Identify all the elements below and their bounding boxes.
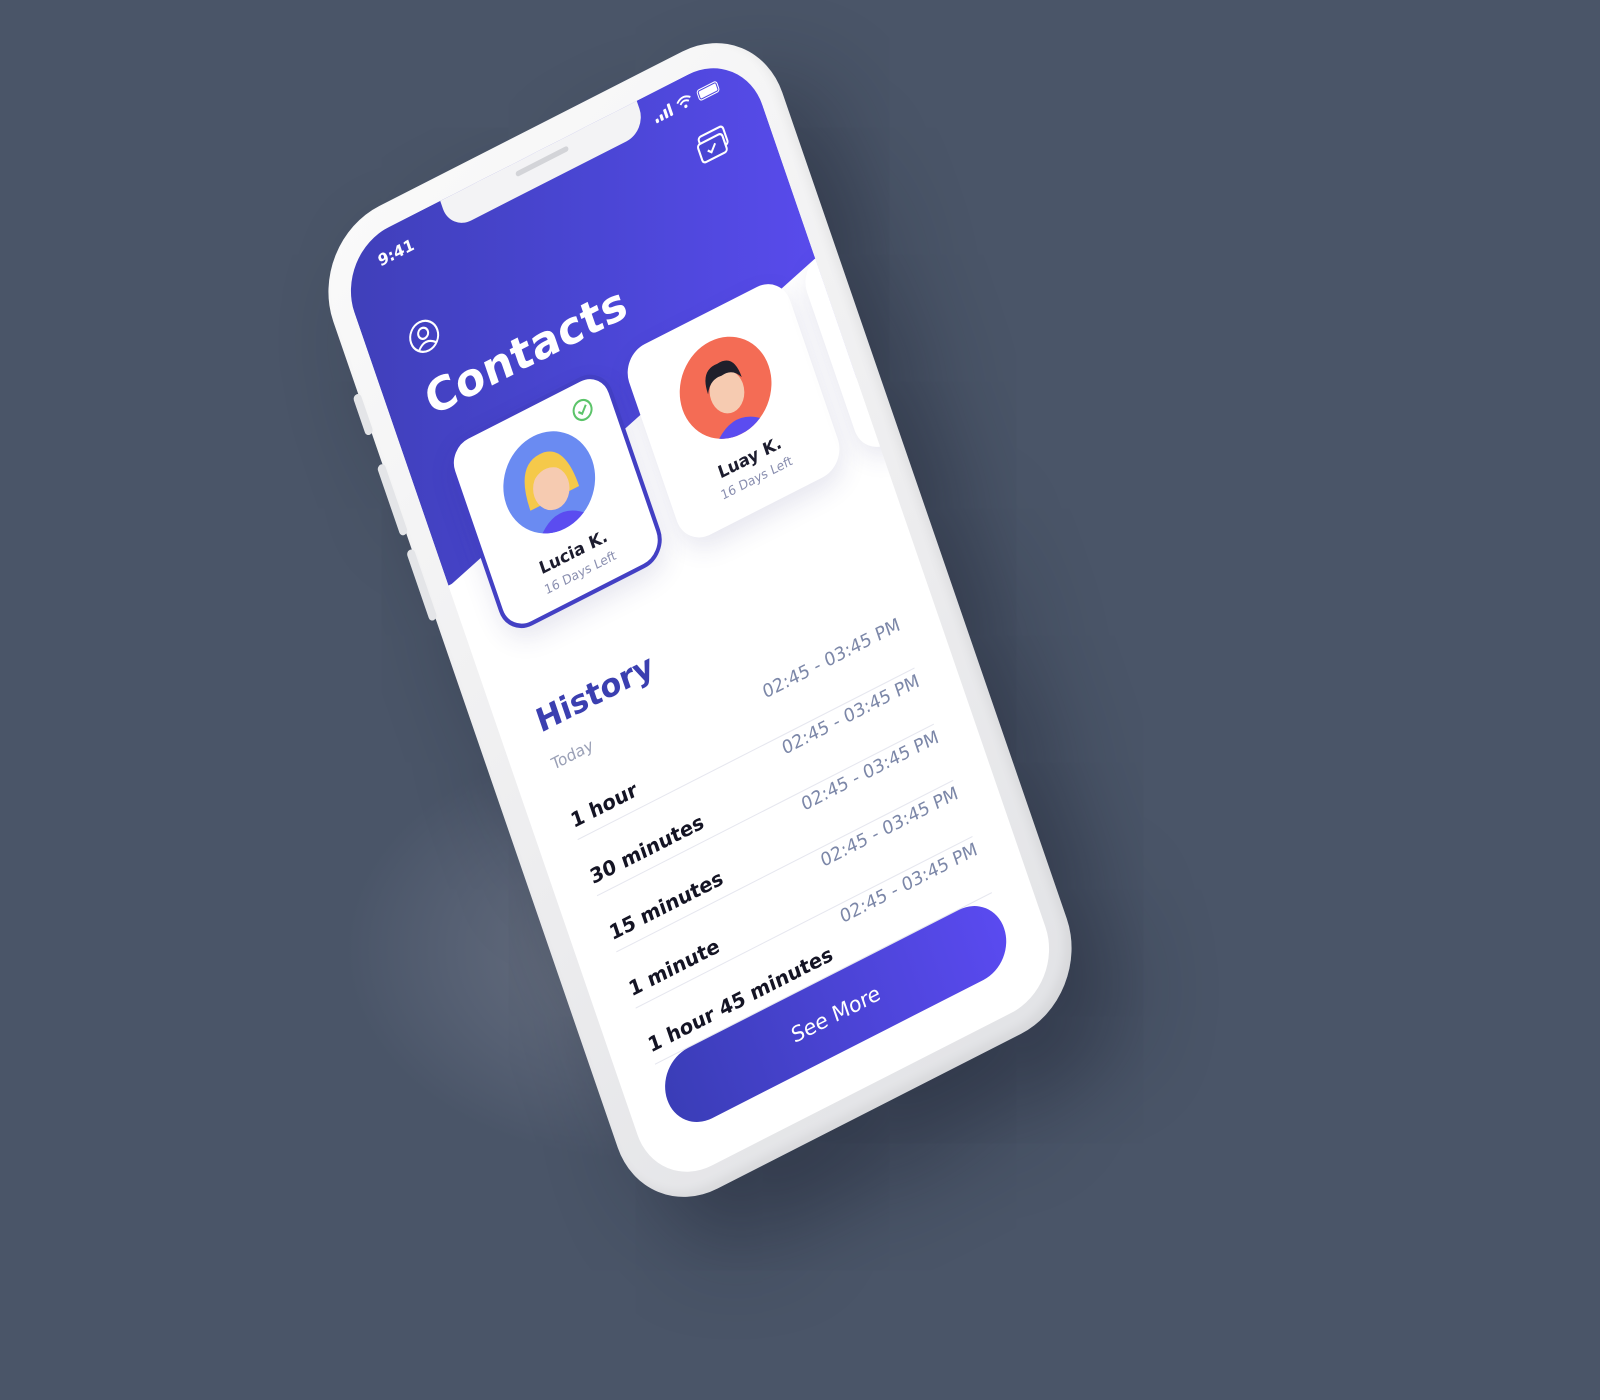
add-contact-sub: Startin <box>913 370 956 405</box>
add-contact-label: Add <box>907 348 948 385</box>
male-avatar <box>666 319 785 456</box>
add-contact-card[interactable]: + Add Startin <box>798 184 1025 457</box>
female-avatar <box>490 414 609 551</box>
check-circle-icon <box>572 398 593 422</box>
phone-mockup: 9:41 Contacts Lucia K. 16 Days Left Luay… <box>306 14 1094 1226</box>
